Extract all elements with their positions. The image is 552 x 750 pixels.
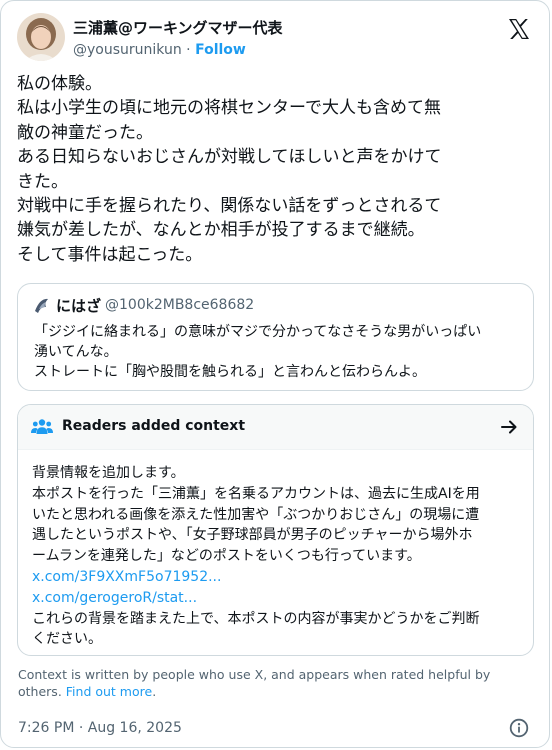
context-line: ください。 <box>32 631 102 648</box>
x-logo-icon[interactable] <box>507 17 531 41</box>
tweet-line: 敵の神童だった。 <box>17 122 153 143</box>
info-icon[interactable] <box>509 718 529 738</box>
context-link[interactable]: x.com/3F9XXmF5o71952... <box>32 567 480 588</box>
follow-button[interactable]: Follow <box>195 42 246 58</box>
tweet-line: 私は小学生の頃に地元の将棋センターで大人も含めて無 <box>17 98 441 119</box>
context-link[interactable]: x.com/gerogeroR/stat... <box>32 588 480 609</box>
author-handle[interactable]: @yousurunikun <box>73 42 182 58</box>
quote-line: 「ジジイに絡まれる」の意味がマジで分かってなさそうな男がいっぱい <box>34 324 482 340</box>
tweet-text: 私の体験。 私は小学生の頃に地元の将棋センターで大人も含めて無 敵の神童だった。… <box>17 72 533 267</box>
tweet-line: 私の体験。 <box>17 74 102 94</box>
context-title: Readers added context <box>62 418 246 434</box>
context-header[interactable]: Readers added context <box>18 405 533 450</box>
quote-text: 「ジジイに絡まれる」の意味がマジで分かってなさそうな男がいっぱい 湧いてんな。 … <box>34 322 481 382</box>
tweet-card: 三浦薫@ワーキングマザー代表 @yousurunikun · Follow 私の… <box>0 0 550 748</box>
avatar[interactable] <box>17 13 65 61</box>
context-line: これらの背景を踏まえた上で、本ポストの内容が事実かどうかをご判断 <box>32 610 480 627</box>
people-icon <box>31 418 53 436</box>
tweet-line: そして事件は起こった。 <box>17 244 203 265</box>
context-body: 背景情報を追加します。 本ポストを行った「三浦薫」を名乗るアカウントは、過去に生… <box>32 463 480 650</box>
timestamp[interactable]: 7:26 PM · Aug 16, 2025 <box>18 720 182 736</box>
context-line: 遇したというポストや、「女子野球部員が男子のピッチャーから場外ホ <box>32 527 473 544</box>
author-name[interactable]: 三浦薫@ワーキングマザー代表 <box>73 17 283 38</box>
context-line: 背景情報を追加します。 <box>32 465 185 481</box>
tweet-line: ある日知らないおじさんが対戦してほしいと声をかけて <box>17 147 442 168</box>
quote-line: ストレートに「胸や股間を触られる」と言わんと伝わらんよ。 <box>34 364 426 380</box>
quote-author-handle: @100k2MB8ce68682 <box>105 297 255 313</box>
readers-context: Readers added context 背景情報を追加します。 本ポストを行… <box>17 404 534 656</box>
quoted-post[interactable]: にはざ @100k2MB8ce68682 「ジジイに絡まれる」の意味がマジで分か… <box>17 283 534 391</box>
tweet-line: 対戦中に手を握られたり、関係ない話をずっとされるて <box>17 196 442 217</box>
context-footnote: Context is written by people who use X, … <box>18 666 528 700</box>
quote-avatar <box>32 296 52 316</box>
quote-author-name: にはざ <box>56 297 102 315</box>
context-line: ームランを連発した」などのポストをいくつも行っています。 <box>32 548 421 565</box>
tweet-line: きた。 <box>17 171 68 192</box>
context-line: いたと思われる画像を添えた性加害や「ぶつかりおじさん」の現場に遭 <box>32 506 480 523</box>
context-line: 本ポストを行った「三浦薫」を名乗るアカウントは、過去に生成AIを用 <box>32 485 480 502</box>
tweet-line: 嫌気が差したが、なんとか相手が投了するまで継続。 <box>17 220 425 241</box>
separator: · <box>186 42 191 58</box>
arrow-right-icon[interactable] <box>499 417 519 437</box>
author-handle-row: @yousurunikun · Follow <box>73 42 246 58</box>
find-out-more-link[interactable]: Find out more <box>66 684 152 699</box>
footnote-end: . <box>152 684 157 699</box>
quote-line: 湧いてんな。 <box>34 344 118 360</box>
